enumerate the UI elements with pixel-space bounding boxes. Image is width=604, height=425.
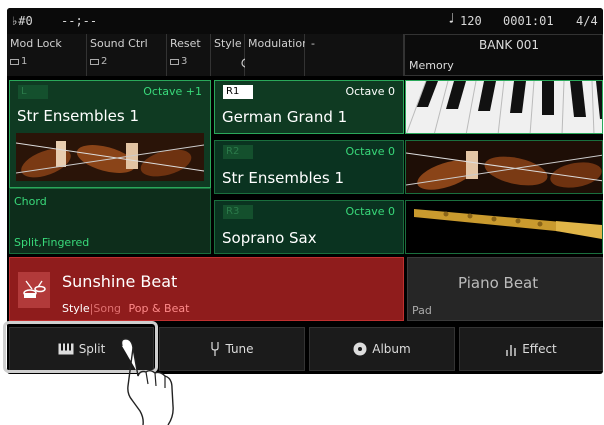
tempo-value: 120 xyxy=(460,14,482,28)
style-panel[interactable]: Sunshine Beat Style|Song Pop & Beat xyxy=(9,257,404,321)
r3-voice-panel[interactable]: R3 Octave 0 Soprano Sax xyxy=(214,200,404,254)
r3-voice-name: Soprano Sax xyxy=(222,229,317,247)
violin-section-image xyxy=(16,133,204,181)
mod-lock-control[interactable]: Mod Lock 1 xyxy=(7,34,87,76)
bank-memory-panel[interactable]: BANK 001 Memory xyxy=(404,34,603,76)
violin-section-image xyxy=(405,140,603,194)
memory-label: Memory xyxy=(409,59,454,72)
control-label: Style xyxy=(214,37,242,50)
time-indicator: --;-- xyxy=(61,14,98,28)
control-number: 3 xyxy=(181,56,188,67)
effect-label: Effect xyxy=(522,342,557,356)
modulation-control[interactable]: Modulation xyxy=(245,34,321,76)
left-tag: L xyxy=(18,85,48,99)
song-tab[interactable]: Song xyxy=(93,302,121,315)
disc-icon xyxy=(353,342,367,356)
status-bar: ♭#0 --;-- ♩ 120 0001:01 4/4 xyxy=(7,8,603,34)
keyboard-screen: ♭#0 --;-- ♩ 120 0001:01 4/4 Mod Lock 1 S… xyxy=(7,8,603,374)
empty-control[interactable]: - xyxy=(305,34,404,76)
left-octave: Octave +1 xyxy=(143,85,202,98)
transpose-indicator: ♭#0 xyxy=(11,14,33,28)
style-control[interactable]: Style xyxy=(211,34,251,76)
tune-label: Tune xyxy=(225,342,254,356)
chord-title: Chord xyxy=(14,195,47,208)
measure-counter: 0001:01 xyxy=(503,14,554,28)
tempo-note-icon: ♩ xyxy=(447,11,456,27)
control-label: - xyxy=(311,37,315,50)
style-tab[interactable]: Style xyxy=(62,302,90,315)
control-number: 2 xyxy=(101,56,108,67)
r1-voice-name: German Grand 1 xyxy=(222,108,348,126)
album-button[interactable]: Album xyxy=(309,327,455,371)
r1-octave: Octave 0 xyxy=(345,85,395,98)
chord-panel[interactable]: Chord Split,Fingered xyxy=(9,188,211,254)
effect-button[interactable]: Effect xyxy=(459,327,603,371)
pad-label: Pad xyxy=(412,304,432,317)
reset-control[interactable]: Reset 3 xyxy=(167,34,211,76)
sound-ctrl-control[interactable]: Sound Ctrl 2 xyxy=(87,34,167,76)
r2-tag: R2 xyxy=(223,145,253,159)
style-name: Sunshine Beat xyxy=(62,272,178,291)
chord-mode: Split,Fingered xyxy=(14,236,90,249)
album-label: Album xyxy=(372,342,411,356)
saxophone-image xyxy=(405,200,603,254)
square-icon xyxy=(90,58,99,65)
control-label: Modulation xyxy=(248,37,310,50)
r2-voice-name: Str Ensembles 1 xyxy=(222,169,345,187)
left-voice-panel[interactable]: L Octave +1 Str Ensembles 1 xyxy=(9,80,211,188)
r1-tag: R1 xyxy=(223,85,253,99)
r1-voice-panel[interactable]: R1 Octave 0 German Grand 1 xyxy=(214,80,404,134)
control-number: 1 xyxy=(21,56,28,67)
equalizer-icon xyxy=(506,344,516,356)
r2-octave: Octave 0 xyxy=(345,145,395,158)
r3-tag: R3 xyxy=(223,205,253,219)
bank-title: BANK 001 xyxy=(479,38,540,52)
tuning-fork-icon xyxy=(211,342,220,356)
pad-name: Piano Beat xyxy=(458,274,539,292)
pad-panel[interactable]: Piano Beat Pad xyxy=(407,257,603,321)
drums-icon xyxy=(18,272,50,308)
control-label: Mod Lock xyxy=(10,37,62,50)
r2-voice-panel[interactable]: R2 Octave 0 Str Ensembles 1 xyxy=(214,140,404,194)
left-voice-name: Str Ensembles 1 xyxy=(17,107,140,125)
pointing-hand-icon xyxy=(120,338,174,425)
time-signature: 4/4 xyxy=(576,14,598,28)
r3-octave: Octave 0 xyxy=(345,205,395,218)
square-icon xyxy=(170,58,179,65)
style-category: Pop & Beat xyxy=(128,302,190,315)
square-icon xyxy=(10,58,19,65)
piano-keys-image xyxy=(405,80,603,134)
control-label: Reset xyxy=(170,37,201,50)
control-label: Sound Ctrl xyxy=(90,37,148,50)
